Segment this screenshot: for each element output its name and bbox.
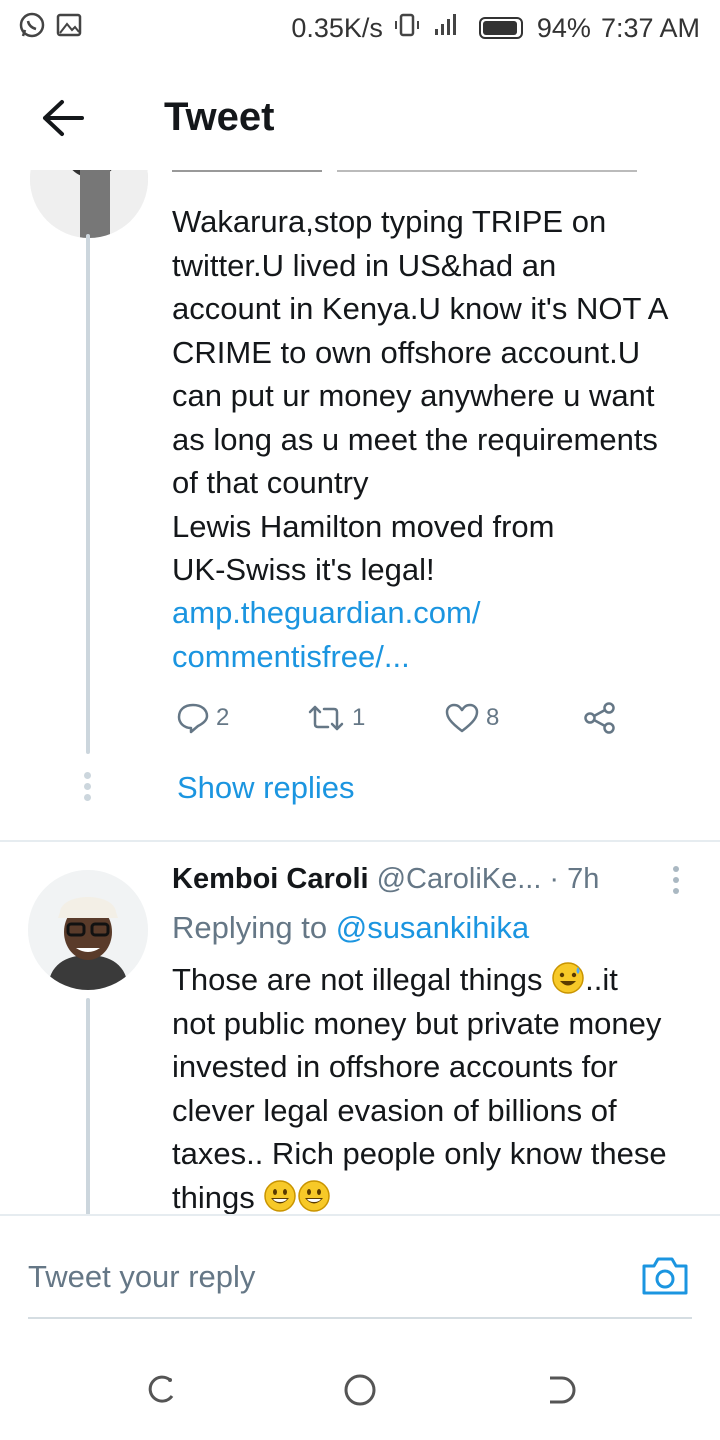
tweet-text-line: invested in offshore accounts for: [172, 1049, 618, 1084]
tweet-text-line: taxes.. Rich people only know these: [172, 1136, 667, 1171]
share-button[interactable]: [582, 700, 618, 736]
back-arrow-icon: [43, 100, 84, 136]
status-bar-right: 0.35K/s 94% 7:37 AM: [291, 11, 700, 46]
heart-icon: [445, 703, 479, 733]
tweet-text-line: Those are not illegal things: [172, 962, 543, 997]
author-handle[interactable]: @CaroliKe...: [377, 863, 542, 896]
tweet-header: Kemboi Caroli @CaroliKe... · 7h: [172, 863, 599, 896]
like-count: 8: [486, 704, 500, 731]
tweet-link-line2[interactable]: commentisfree/...: [172, 635, 702, 679]
whatsapp-icon: [18, 11, 46, 46]
back-nav-icon: [550, 1376, 576, 1404]
grinning-emoji-icon: [263, 1179, 297, 1213]
battery-icon: [478, 17, 523, 39]
composer-divider: [0, 1214, 720, 1216]
signal-icon: [431, 11, 465, 46]
reply-input[interactable]: [28, 1248, 618, 1306]
tweet-actions: 2 1 8: [176, 698, 618, 738]
recents-icon: [148, 1375, 174, 1403]
share-icon: [584, 702, 615, 734]
status-bar-left: [18, 11, 82, 46]
recent-apps-button[interactable]: [140, 1368, 184, 1412]
system-nav-bar: [0, 1340, 720, 1440]
app-bar: Tweet: [0, 70, 720, 170]
camera-icon: [642, 1257, 688, 1295]
battery-percent: 94%: [536, 12, 591, 43]
tweet-link[interactable]: amp.theguardian.com/ commentisfree/...: [172, 591, 702, 678]
tweet-text: Those are not illegal things ..it not pu…: [172, 958, 702, 1214]
retweet-count: 1: [352, 704, 366, 731]
tweet-divider: [0, 840, 720, 842]
tweet-feed[interactable]: Wakarura,stop typing TRIPE on twitter.U …: [0, 170, 720, 1214]
thread-line: [86, 998, 90, 1214]
net-speed: 0.35K/s: [291, 12, 383, 43]
composer-underline: [28, 1317, 692, 1319]
grinning-emoji-icon: [297, 1179, 331, 1213]
reply-button[interactable]: 2: [176, 702, 306, 734]
home-circle-icon: [344, 1374, 376, 1406]
show-replies-link[interactable]: Show replies: [177, 770, 354, 806]
reply-count: 2: [216, 704, 230, 731]
retweet-button[interactable]: 1: [306, 702, 444, 734]
replying-to-label: Replying to: [172, 910, 328, 945]
gallery-icon: [56, 12, 82, 45]
avatar[interactable]: [30, 170, 148, 238]
like-button[interactable]: 8: [444, 702, 582, 734]
tweet-text-line: not public money but private money: [172, 1005, 662, 1041]
tweet-link-line1[interactable]: amp.theguardian.com/: [172, 591, 702, 635]
page-title: Tweet: [164, 95, 275, 139]
thread-line: [86, 234, 90, 754]
retweet-icon: [308, 705, 344, 731]
reply-icon: [177, 703, 209, 734]
tweet-text: Wakarura,stop typing TRIPE on twitter.U …: [172, 204, 669, 587]
tweet-time: · 7h: [549, 863, 600, 895]
tweet-text-line: ..it: [585, 962, 618, 997]
replying-to-handle[interactable]: @susankihika: [336, 910, 529, 945]
author-name[interactable]: Kemboi Caroli: [172, 863, 369, 896]
camera-button[interactable]: [640, 1254, 690, 1298]
clipped-tweet-header: [172, 170, 652, 172]
tweet-text-line: things: [172, 1179, 255, 1215]
more-options-button[interactable]: [666, 866, 686, 900]
home-button[interactable]: [338, 1368, 382, 1412]
clock: 7:37 AM: [600, 12, 700, 43]
tweet-text-line: clever legal evasion of billions of: [172, 1092, 617, 1128]
back-button[interactable]: [40, 98, 86, 138]
sweat-smile-emoji-icon: [551, 961, 585, 995]
thread-dots: [84, 772, 92, 805]
screen: 0.35K/s 94% 7:37 AM Tweet Wakarura,stop: [0, 0, 720, 1440]
status-bar: 0.35K/s 94% 7:37 AM: [0, 0, 720, 56]
replying-to: Replying to @susankihika: [172, 910, 529, 946]
back-nav-button[interactable]: [538, 1368, 582, 1412]
vibrate-icon: [393, 11, 421, 46]
avatar[interactable]: [28, 870, 148, 990]
